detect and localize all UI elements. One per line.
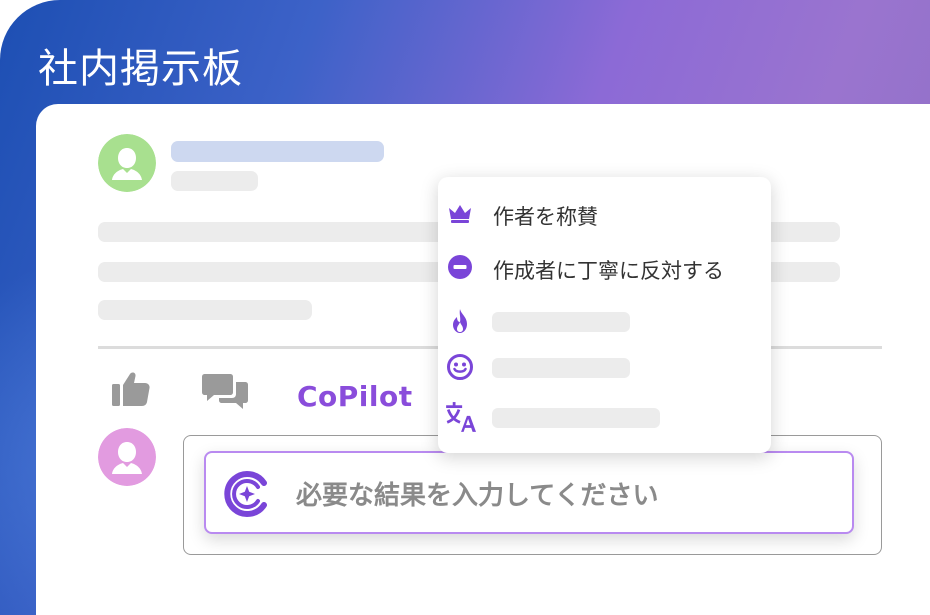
menu-item-fire[interactable] bbox=[438, 299, 771, 343]
menu-item-polite-disagree[interactable]: 作成者に丁寧に反対する bbox=[438, 245, 771, 289]
copilot-button[interactable]: CoPilot bbox=[297, 380, 413, 413]
user-icon bbox=[98, 428, 156, 486]
comment-button[interactable] bbox=[200, 370, 250, 414]
menu-item-translate[interactable] bbox=[438, 395, 771, 439]
copilot-icon bbox=[224, 471, 267, 517]
menu-item-label: 作者を称賛 bbox=[493, 205, 598, 229]
app-title: 社内掲示板 bbox=[38, 46, 243, 92]
translate-icon bbox=[446, 402, 476, 432]
author-avatar[interactable] bbox=[98, 134, 156, 192]
prompt-placeholder-text: 必要な結果を入力してください bbox=[296, 481, 659, 511]
author-name-placeholder bbox=[171, 141, 384, 162]
reply-avatar bbox=[98, 428, 156, 486]
smile-icon bbox=[447, 354, 473, 380]
post-date-placeholder bbox=[171, 171, 258, 191]
thumbs-up-icon bbox=[112, 372, 150, 406]
crown-icon bbox=[449, 205, 471, 223]
menu-item-emoji[interactable] bbox=[438, 345, 771, 389]
like-button[interactable] bbox=[110, 366, 154, 410]
user-icon bbox=[98, 134, 156, 192]
menu-item-label: 作成者に丁寧に反対する bbox=[493, 259, 724, 283]
fire-icon bbox=[453, 309, 467, 333]
minus-circle-icon bbox=[448, 255, 472, 279]
menu-item-placeholder bbox=[492, 312, 630, 332]
menu-item-placeholder bbox=[492, 408, 660, 428]
post-text-line bbox=[98, 300, 312, 320]
menu-item-praise-author[interactable]: 作者を称賛 bbox=[438, 191, 771, 235]
copilot-prompt-input[interactable]: 必要な結果を入力してください bbox=[204, 451, 854, 534]
copilot-context-menu: 作者を称賛 作成者に丁寧に反対する bbox=[438, 177, 771, 453]
menu-item-placeholder bbox=[492, 358, 630, 378]
comments-icon bbox=[202, 374, 248, 409]
